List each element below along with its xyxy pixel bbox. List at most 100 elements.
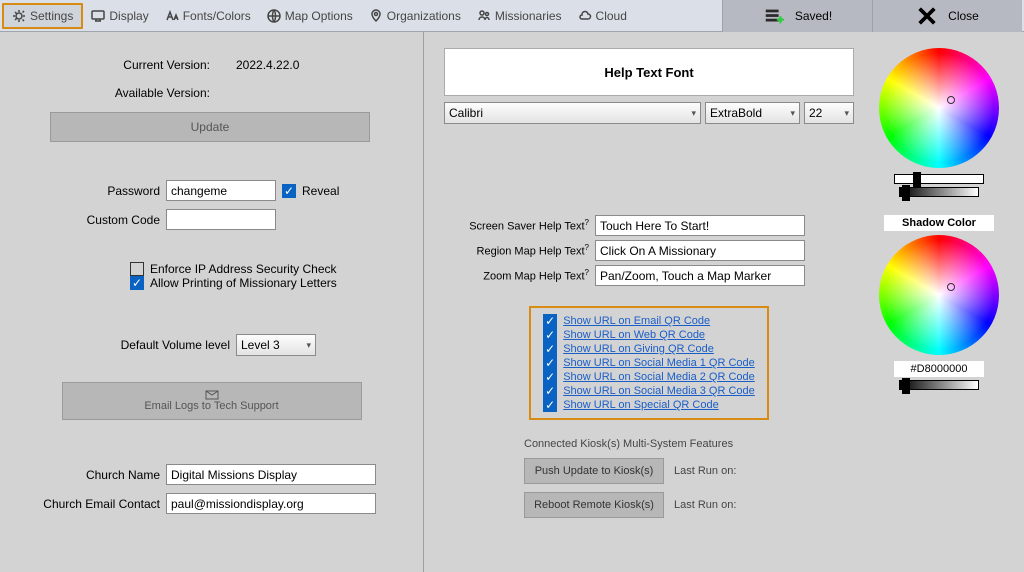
tab-label: Organizations	[387, 9, 461, 23]
qr-email-label[interactable]: Show URL on Email QR Code	[563, 315, 710, 327]
reveal-checkbox[interactable]: ✓	[282, 184, 296, 198]
tab-settings[interactable]: Settings	[2, 3, 83, 29]
push-last-run-label: Last Run on:	[674, 465, 736, 477]
default-volume-label: Default Volume level	[20, 338, 230, 352]
close-label: Close	[948, 9, 979, 23]
qr-sm3-label[interactable]: Show URL on Social Media 3 QR Code	[563, 385, 755, 397]
right-panel: Help Text Font Calibri ▾ ExtraBold ▾ 22 ▾	[424, 32, 1024, 572]
qr-special-label[interactable]: Show URL on Special QR Code	[563, 399, 719, 411]
custom-code-input[interactable]	[166, 209, 276, 230]
tab-cloud[interactable]: Cloud	[570, 5, 635, 27]
people-icon	[477, 9, 491, 23]
reboot-last-run-label: Last Run on:	[674, 499, 736, 511]
password-label: Password	[20, 184, 160, 198]
tab-missionaries[interactable]: Missionaries	[469, 5, 570, 27]
help-text-font-label: Help Text Font	[604, 65, 693, 80]
globe-icon	[267, 9, 281, 23]
available-version-label: Available Version:	[50, 86, 210, 100]
gear-icon	[12, 9, 26, 23]
tab-organizations[interactable]: Organizations	[361, 5, 469, 27]
shadow-color-value: #D8000000	[894, 361, 984, 377]
qr-special-checkbox[interactable]: ✓	[543, 398, 557, 412]
shadow-color-label: Shadow Color	[884, 215, 994, 231]
push-update-label: Push Update to Kiosk(s)	[535, 465, 654, 477]
save-label: Saved!	[795, 9, 832, 23]
font-weight-select[interactable]: ExtraBold ▾	[705, 102, 800, 124]
zmht-label: Zoom Map Help Text?	[444, 268, 589, 283]
font-size-value: 22	[809, 106, 822, 120]
font-lightness-slider[interactable]	[899, 187, 979, 197]
qr-web-label[interactable]: Show URL on Web QR Code	[563, 329, 705, 341]
shadow-color-wheel[interactable]	[879, 235, 999, 355]
save-button[interactable]: Saved!	[722, 0, 872, 32]
font-family-value: Calibri	[449, 106, 483, 120]
password-input[interactable]	[166, 180, 276, 201]
allow-print-label: Allow Printing of Missionary Letters	[150, 276, 337, 290]
mail-icon	[205, 390, 219, 400]
font-color-wheel[interactable]	[879, 48, 999, 168]
tab-label: Display	[109, 9, 148, 23]
font-family-select[interactable]: Calibri ▾	[444, 102, 701, 124]
ssht-input[interactable]	[595, 215, 805, 236]
update-button[interactable]: Update	[50, 112, 370, 142]
qr-options-group: ✓ Show URL on Email QR Code ✓ Show URL on …	[529, 306, 769, 420]
church-name-label: Church Name	[20, 468, 160, 482]
enforce-ip-label: Enforce IP Address Security Check	[150, 262, 337, 276]
tab-label: Map Options	[285, 9, 353, 23]
pin-icon	[369, 9, 383, 23]
font-weight-value: ExtraBold	[710, 106, 762, 120]
church-email-input[interactable]	[166, 493, 376, 514]
tab-label: Fonts/Colors	[183, 9, 251, 23]
save-icon	[763, 5, 785, 27]
push-update-button[interactable]: Push Update to Kiosk(s)	[524, 458, 664, 484]
display-icon	[91, 9, 105, 23]
qr-sm2-checkbox[interactable]: ✓	[543, 370, 557, 384]
chevron-down-icon: ▾	[306, 340, 311, 351]
rmht-input[interactable]	[595, 240, 805, 261]
qr-web-checkbox[interactable]: ✓	[543, 328, 557, 342]
tab-map-options[interactable]: Map Options	[259, 5, 361, 27]
font-size-select[interactable]: 22 ▾	[804, 102, 854, 124]
shadow-lightness-slider[interactable]	[899, 380, 979, 390]
top-toolbar: Settings Display Fonts/Colors Map Option…	[0, 0, 1024, 32]
default-volume-select[interactable]: Level 3 ▾	[236, 334, 316, 356]
current-version-label: Current Version:	[50, 58, 210, 72]
connected-kiosk-label: Connected Kiosk(s) Multi-System Features	[524, 438, 1004, 450]
qr-sm3-checkbox[interactable]: ✓	[543, 384, 557, 398]
qr-giving-label[interactable]: Show URL on Giving QR Code	[563, 343, 714, 355]
tab-label: Settings	[30, 9, 73, 23]
tab-fonts[interactable]: Fonts/Colors	[157, 5, 259, 27]
zmht-input[interactable]	[595, 265, 805, 286]
left-panel: Current Version: 2022.4.22.0 Available V…	[0, 32, 424, 572]
email-logs-button[interactable]: Email Logs to Tech Support	[62, 382, 362, 420]
fonts-icon	[165, 9, 179, 23]
qr-sm1-checkbox[interactable]: ✓	[543, 356, 557, 370]
current-version-value: 2022.4.22.0	[216, 58, 326, 72]
allow-print-checkbox[interactable]: ✓	[130, 276, 144, 290]
font-alpha-slider[interactable]	[894, 174, 984, 184]
tab-display[interactable]: Display	[83, 5, 156, 27]
chevron-down-icon: ▾	[790, 108, 795, 119]
qr-sm1-label[interactable]: Show URL on Social Media 1 QR Code	[563, 357, 755, 369]
reboot-kiosk-button[interactable]: Reboot Remote Kiosk(s)	[524, 492, 664, 518]
tab-label: Missionaries	[495, 9, 562, 23]
chevron-down-icon: ▾	[844, 108, 849, 119]
reveal-label: Reveal	[302, 184, 339, 198]
custom-code-label: Custom Code	[20, 213, 160, 227]
rmht-label: Region Map Help Text?	[444, 243, 589, 258]
qr-email-checkbox[interactable]: ✓	[543, 314, 557, 328]
close-icon	[916, 5, 938, 27]
qr-sm2-label[interactable]: Show URL on Social Media 2 QR Code	[563, 371, 755, 383]
reboot-label: Reboot Remote Kiosk(s)	[534, 499, 654, 511]
default-volume-value: Level 3	[241, 338, 280, 352]
qr-giving-checkbox[interactable]: ✓	[543, 342, 557, 356]
enforce-ip-checkbox[interactable]	[130, 262, 144, 276]
church-name-input[interactable]	[166, 464, 376, 485]
close-button[interactable]: Close	[872, 0, 1022, 32]
email-logs-label: Email Logs to Tech Support	[144, 400, 278, 412]
cloud-icon	[578, 9, 592, 23]
ssht-label: Screen Saver Help Text?	[444, 218, 589, 233]
update-label: Update	[191, 120, 230, 134]
chevron-down-icon: ▾	[691, 108, 696, 119]
church-email-label: Church Email Contact	[20, 497, 160, 511]
